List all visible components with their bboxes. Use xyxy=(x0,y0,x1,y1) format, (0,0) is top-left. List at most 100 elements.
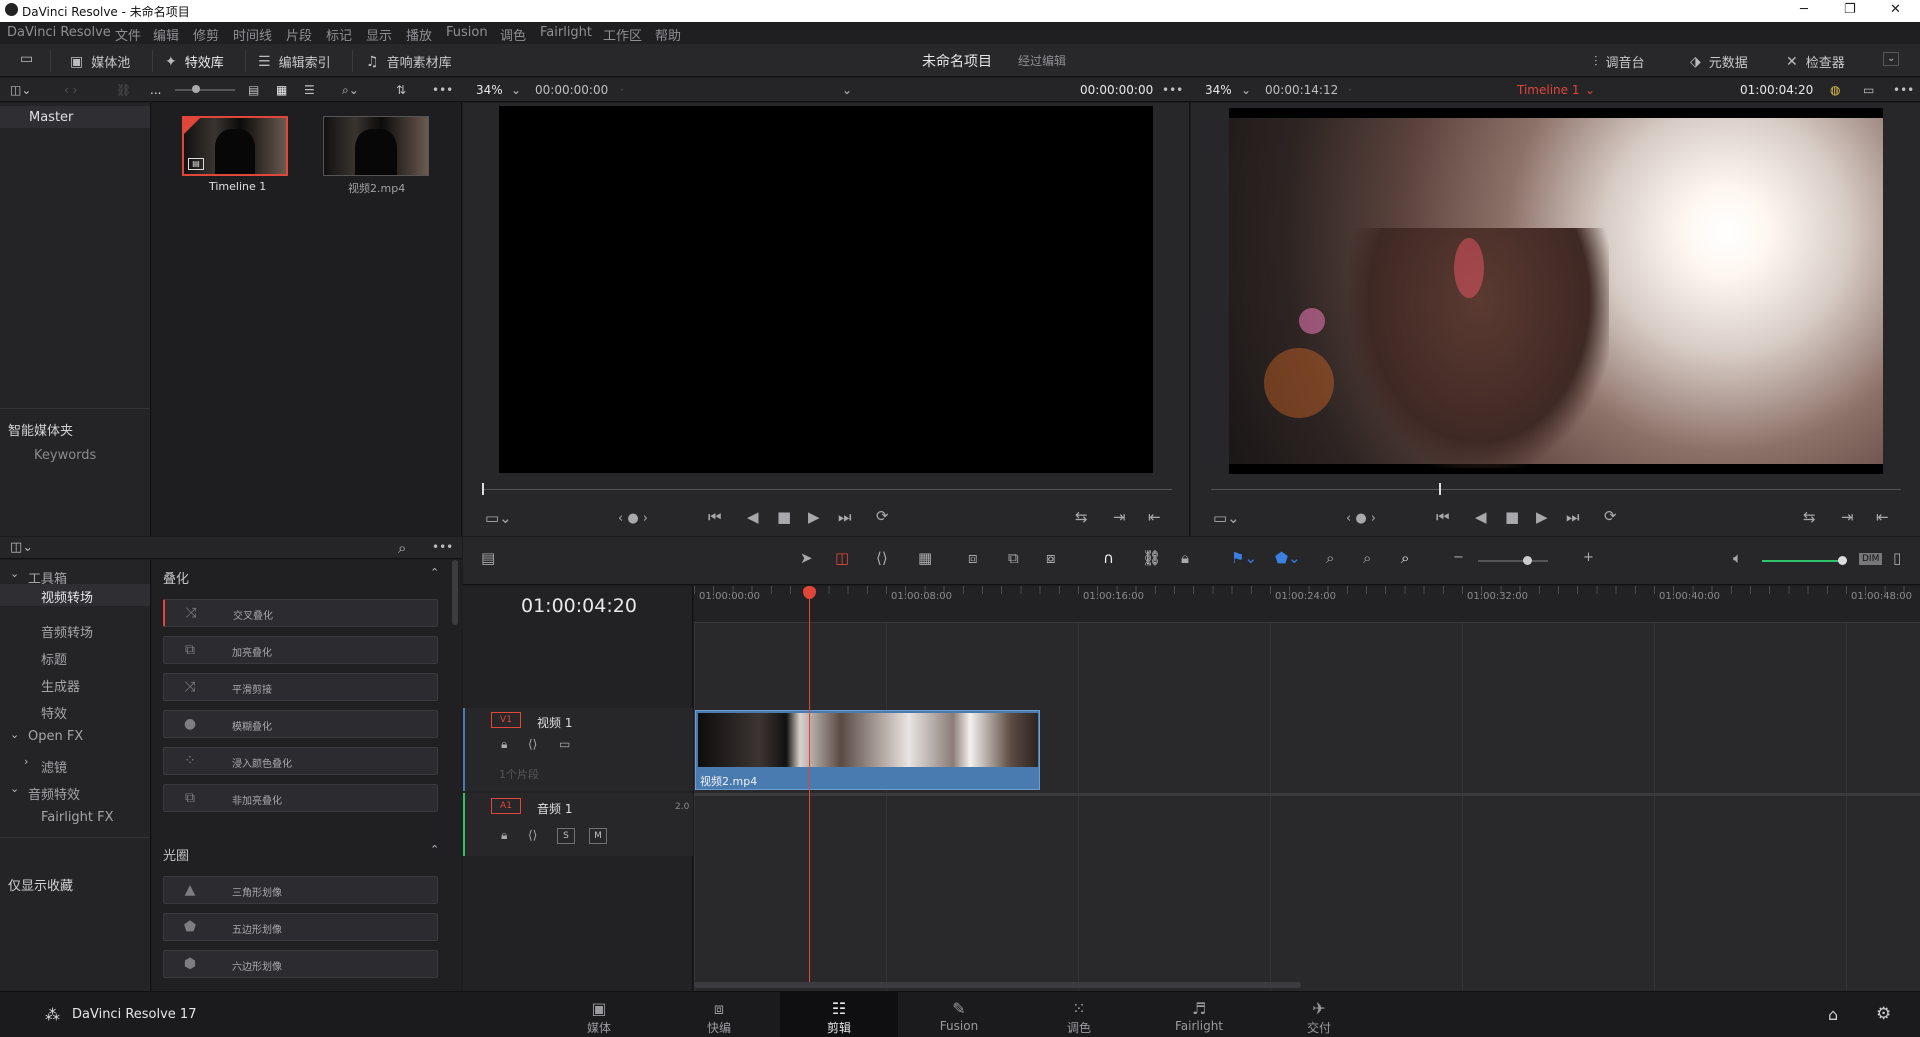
timeline-viewer-screen[interactable] xyxy=(1229,108,1883,474)
timeline-zoom[interactable]: 34% xyxy=(1205,83,1232,97)
match-frame-icon[interactable]: ⇆ xyxy=(1803,510,1816,525)
zoom-custom-icon[interactable]: ⌕ xyxy=(1401,551,1409,566)
menu-item[interactable]: 文件 xyxy=(115,25,141,44)
marker-icon[interactable]: ⬟⌄ xyxy=(1275,551,1301,566)
insert-clip-icon[interactable]: ⧈ xyxy=(968,551,978,566)
tree-expand-icon[interactable]: ⌄ xyxy=(10,728,19,741)
tree-item-fairlight-fx[interactable]: Fairlight FX xyxy=(41,810,114,825)
smart-bin-keywords[interactable]: Keywords xyxy=(34,448,96,463)
page-tab-fusion[interactable]: ✎ Fusion xyxy=(900,992,1018,1037)
mark-in-icon[interactable]: ⇤ xyxy=(1876,510,1889,525)
favorites-only-toggle[interactable]: 仅显示收藏 xyxy=(8,875,73,894)
expand-toolbar-button[interactable]: ⌄ xyxy=(1883,52,1900,66)
go-to-start-icon[interactable]: ⏮ xyxy=(708,510,722,525)
metadata-button[interactable]: ⬗ 元数据 xyxy=(1690,52,1748,72)
video-clip[interactable]: 视频2.mp4 xyxy=(695,710,1040,790)
vertical-scrollbar[interactable] xyxy=(452,560,458,625)
play-reverse-icon[interactable]: ◀ xyxy=(1475,510,1487,525)
timeline-scrubber[interactable] xyxy=(1211,489,1901,490)
viewer-mode-icon[interactable]: ▭ xyxy=(1863,83,1874,97)
timeline-viewer-playhead[interactable] xyxy=(1439,483,1441,495)
timeline-playhead[interactable] xyxy=(809,588,810,982)
color-picker-icon[interactable]: ◍ xyxy=(1830,83,1840,97)
position-lock-icon[interactable]: 🔒︎ xyxy=(1181,551,1189,566)
slider-knob[interactable] xyxy=(192,85,200,93)
volume-slider[interactable] xyxy=(1762,560,1842,562)
clip-thumbnail-video[interactable] xyxy=(323,116,429,176)
menu-item[interactable]: Fusion xyxy=(446,25,488,40)
jog-control-icon[interactable]: ‹ ● › xyxy=(618,512,648,525)
loop-icon[interactable]: ⟳ xyxy=(1604,509,1617,524)
dynamic-trim-icon[interactable]: ⟨⟩ xyxy=(876,551,888,566)
monitor-toggle-button[interactable]: ▭ xyxy=(20,52,33,66)
sound-library-button[interactable]: ♫ 音响素材库 xyxy=(366,52,452,72)
match-frame-icon[interactable]: ⇆ xyxy=(1075,510,1088,525)
menu-item[interactable]: 修剪 xyxy=(193,25,219,44)
lock-icon[interactable]: 🔒︎ xyxy=(501,738,507,750)
source-zoom[interactable]: 34% xyxy=(476,83,503,97)
loop-icon[interactable]: ⟳ xyxy=(876,509,889,524)
replace-clip-icon[interactable]: ⧇ xyxy=(1046,551,1056,566)
tree-item-openfx[interactable]: Open FX xyxy=(28,729,83,744)
trim-tool-icon[interactable]: ◫ xyxy=(835,551,849,566)
menu-item[interactable]: DaVinci Resolve xyxy=(7,25,111,40)
menu-item[interactable]: 时间线 xyxy=(233,25,272,44)
effect-item-triangle-iris[interactable]: ▲ 三角形划像 xyxy=(163,876,438,904)
gear-icon[interactable]: ⚙ xyxy=(1876,1004,1891,1024)
collapse-icon[interactable]: ⌃ xyxy=(430,566,439,579)
media-pool-button[interactable]: ▣ 媒体池 xyxy=(70,52,130,72)
thumbnail-size-slider[interactable] xyxy=(175,89,235,91)
effect-item-dip-to-color[interactable]: ⁘ 浸入颜色叠化 xyxy=(163,747,438,775)
menu-item[interactable]: 帮助 xyxy=(655,25,681,44)
effect-item-pentagon-iris[interactable]: ⬟ 五边形划像 xyxy=(163,913,438,941)
go-to-start-icon[interactable]: ⏮ xyxy=(1436,510,1450,525)
home-icon[interactable]: ⌂ xyxy=(1828,1005,1838,1024)
page-tab-edit[interactable]: ☷ 剪辑 xyxy=(780,992,898,1037)
viewer-options-icon[interactable]: ▭⌄ xyxy=(1213,511,1240,526)
zoom-slider[interactable] xyxy=(1478,560,1548,562)
page-tab-color[interactable]: ⁙ 调色 xyxy=(1020,992,1138,1037)
inspector-button[interactable]: ✕ 检查器 xyxy=(1786,52,1845,72)
track-visibility-icon[interactable]: ▭ xyxy=(559,738,570,750)
page-tab-fairlight[interactable]: ♬ Fairlight xyxy=(1140,992,1258,1037)
stop-icon[interactable]: ■ xyxy=(777,510,791,525)
play-icon[interactable]: ▶ xyxy=(1536,510,1548,525)
play-icon[interactable]: ▶ xyxy=(808,510,820,525)
track-name[interactable]: 音频 1 xyxy=(537,800,572,817)
volume-icon[interactable]: 🔈︎ xyxy=(1733,551,1742,566)
effect-item-non-additive-dissolve[interactable]: ⧉ 非加亮叠化 xyxy=(163,784,438,812)
effect-item-cross-dissolve[interactable]: ⤨ 交叉叠化 xyxy=(163,599,438,627)
tree-item-filters[interactable]: 滤镜 xyxy=(41,757,67,776)
track-name[interactable]: 视频 1 xyxy=(537,714,572,731)
more-text[interactable]: ... xyxy=(150,83,161,97)
zoom-detail-icon[interactable]: ⌕ xyxy=(1363,551,1371,566)
page-tab-cut[interactable]: ⧈ 快编 xyxy=(660,992,778,1037)
tree-expand-icon[interactable]: ⌄ xyxy=(10,782,19,795)
solo-button[interactable]: S xyxy=(557,828,575,844)
track-id[interactable]: V1 xyxy=(491,712,521,728)
clip-thumbnail-timeline[interactable]: ▤ xyxy=(182,116,288,176)
list-view-icon[interactable]: ☰ xyxy=(304,83,315,97)
tree-item-generators[interactable]: 生成器 xyxy=(41,676,80,695)
menu-item[interactable]: 标记 xyxy=(326,25,352,44)
effect-item-smooth-cut[interactable]: ⤨ 平滑剪接 xyxy=(163,673,438,701)
search-icon[interactable]: ⌕ xyxy=(398,539,406,557)
chevron-down-icon[interactable]: ⌄ xyxy=(842,83,852,97)
more-options-icon[interactable]: ••• xyxy=(432,83,453,97)
back-icon[interactable]: ‹ › xyxy=(64,83,77,97)
effects-library-button[interactable]: ✦ 特效库 xyxy=(165,52,224,72)
menu-item[interactable]: Fairlight xyxy=(540,25,592,40)
more-options-icon[interactable]: ••• xyxy=(1162,83,1183,97)
menu-item[interactable]: 调色 xyxy=(500,25,526,44)
play-reverse-icon[interactable]: ◀ xyxy=(747,510,759,525)
lock-icon[interactable]: 🔒︎ xyxy=(501,829,507,841)
page-tab-media[interactable]: ▣ 媒体 xyxy=(540,992,658,1037)
source-viewer-screen[interactable] xyxy=(499,106,1153,473)
dim-button[interactable]: DIM xyxy=(1859,553,1883,565)
track-id[interactable]: A1 xyxy=(491,798,521,814)
link-icon[interactable]: ⛓ xyxy=(116,83,131,97)
tree-item-titles[interactable]: 标题 xyxy=(41,649,67,668)
selection-tool-icon[interactable]: ➤ xyxy=(800,551,813,566)
minimize-icon[interactable]: ─ xyxy=(1800,2,1808,17)
viewer-options-icon[interactable]: ▭⌄ xyxy=(485,511,512,526)
